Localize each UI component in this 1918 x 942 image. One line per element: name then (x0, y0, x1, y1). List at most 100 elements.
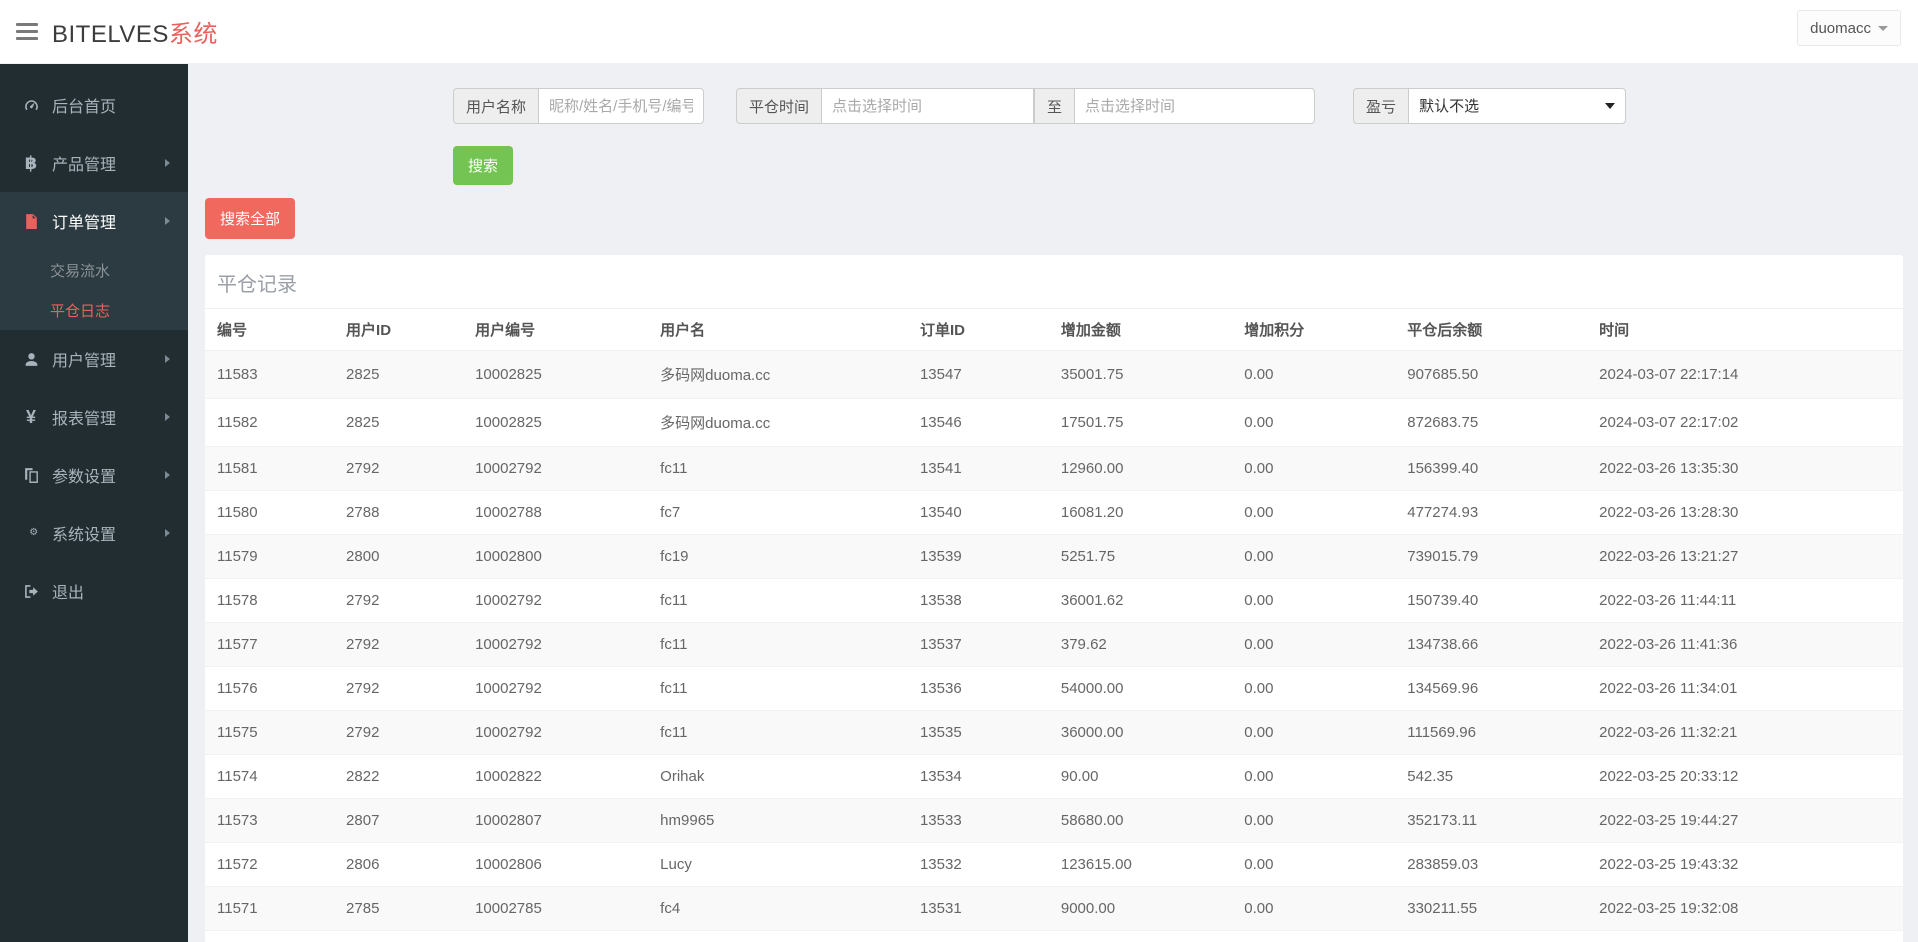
table-cell: 542.35 (1395, 754, 1588, 799)
table-cell: 2792 (334, 622, 464, 667)
table-cell: 58680.00 (1048, 798, 1233, 843)
table-cell: 2022-03-26 13:35:30 (1587, 446, 1903, 491)
table-cell: 123615.00 (1048, 842, 1233, 887)
table-cell: 13547 (907, 350, 1049, 399)
table-cell: 150739.40 (1395, 578, 1588, 623)
sidebar-item-parameters[interactable]: 参数设置 (0, 446, 188, 504)
table-cell: fc7 (648, 490, 908, 535)
chevron-right-icon (165, 355, 170, 363)
column-header: 用户ID (334, 309, 464, 351)
sidebar-item-dashboard[interactable]: 后台首页 (0, 76, 188, 134)
table-cell: 13539 (907, 534, 1049, 579)
table-cell: 0.00 (1232, 930, 1396, 942)
sidebar: 后台首页 ฿ 产品管理 订单管理 交易流水 平仓日志 用户管理 ¥ 报表管理 参… (0, 64, 188, 942)
table-cell: 10002785 (463, 886, 649, 931)
table-cell: 2022-03-26 11:34:01 (1587, 666, 1903, 711)
sidebar-item-orders[interactable]: 订单管理 (0, 192, 188, 250)
sidebar-item-users[interactable]: 用户管理 (0, 330, 188, 388)
sidebar-subitem-close-log[interactable]: 平仓日志 (0, 290, 188, 330)
table-cell: 102373.20 (1048, 930, 1233, 942)
sidebar-item-label: 订单管理 (52, 215, 117, 232)
sidebar-subitem-transactions[interactable]: 交易流水 (0, 250, 188, 290)
table-cell: 10002800 (463, 534, 649, 579)
table-cell: 2792 (334, 666, 464, 711)
table-cell: 10002822 (463, 754, 649, 799)
user-menu-dropdown[interactable]: duomacc (1797, 10, 1901, 46)
table-cell: 0.00 (1232, 446, 1396, 491)
table-row: 11583 2825 10002825 多码网duoma.cc 13547 35001.7… (205, 350, 1903, 399)
sidebar-item-label: 产品管理 (52, 157, 117, 174)
table-cell: Lucy (648, 842, 908, 887)
table-cell: 0.00 (1232, 842, 1396, 887)
table-row: 11574 2822 10002822 Orihak 13534 90.00 0.00 542… (205, 754, 1903, 799)
search-all-button[interactable]: 搜索全部 (205, 198, 296, 239)
filter-username-group: 用户名称 (453, 88, 705, 124)
table-row: 11580 2788 10002788 fc7 13540 16081.20 0.00 477… (205, 490, 1903, 535)
table-cell: 13546 (907, 398, 1049, 447)
table-cell: 12960.00 (1048, 446, 1233, 491)
table-cell: fc11 (648, 710, 908, 755)
main-content: 用户名称 平仓时间 至 盈亏 默认不选 搜索 搜索全部 (188, 64, 1918, 942)
profitloss-select[interactable]: 默认不选 (1408, 88, 1627, 124)
table-cell: 111569.96 (1395, 710, 1588, 755)
column-header: 增加积分 (1232, 309, 1396, 351)
table-cell: 2822 (334, 754, 464, 799)
filter-profitloss-group: 盈亏 默认不选 (1353, 88, 1627, 124)
search-button[interactable]: 搜索 (453, 146, 514, 185)
table-cell: 0.00 (1232, 754, 1396, 799)
table-cell: 36001.62 (1048, 578, 1233, 623)
table-cell: fc11 (648, 446, 908, 491)
table-cell: 2022-03-26 11:32:21 (1587, 710, 1903, 755)
column-header: 时间 (1587, 309, 1903, 351)
hamburger-menu-icon[interactable] (16, 19, 38, 44)
copy-icon (20, 466, 42, 484)
table-cell: 477274.93 (1395, 490, 1588, 535)
table-cell: 879411.05 (1395, 930, 1588, 942)
panel-title: 平仓记录 (205, 255, 1903, 309)
brand-name: BITELVES (52, 21, 169, 48)
app-logo[interactable]: BITELVES系统 (52, 14, 218, 49)
table-cell: 2022-03-25 20:33:12 (1587, 754, 1903, 799)
table-cell: 0.00 (1232, 886, 1396, 931)
top-header: BITELVES系统 duomacc (0, 0, 1918, 64)
table-cell: 10002795 (463, 930, 649, 942)
table-cell: 10002792 (463, 622, 649, 667)
table-cell: 0.00 (1232, 666, 1396, 711)
table-cell: 2792 (334, 446, 464, 491)
table-cell: 330211.55 (1395, 886, 1588, 931)
username-input[interactable] (538, 88, 705, 124)
table-cell: 2024-03-07 22:17:14 (1587, 350, 1903, 399)
table-header-row: 编号 用户ID 用户编号 用户名 订单ID 增加金额 增加积分 平仓后余额 时间 (205, 309, 1903, 351)
sidebar-item-system[interactable]: ⚙⚙ 系统设置 (0, 504, 188, 562)
table-cell: 0.00 (1232, 710, 1396, 755)
table-cell: 10002788 (463, 490, 649, 535)
closetime-end-input[interactable] (1075, 88, 1316, 124)
username-filter-label: 用户名称 (453, 88, 539, 124)
sidebar-item-reports[interactable]: ¥ 报表管理 (0, 388, 188, 446)
table-cell: 0.00 (1232, 622, 1396, 667)
table-cell: 16081.20 (1048, 490, 1233, 535)
table-cell: Orihak (648, 754, 908, 799)
sidebar-item-products[interactable]: ฿ 产品管理 (0, 134, 188, 192)
table-cell: 11572 (205, 842, 335, 887)
filter-bar: 用户名称 平仓时间 至 盈亏 默认不选 (453, 88, 1918, 124)
table-cell: 0.00 (1232, 798, 1396, 843)
table-cell: 36000.00 (1048, 710, 1233, 755)
sidebar-subitem-label: 交易流水 (50, 262, 111, 280)
sidebar-item-label: 退出 (52, 585, 85, 602)
bitcoin-icon: ฿ (24, 153, 38, 173)
table-row: 11575 2792 10002792 fc11 13535 36000.00 0.00 11… (205, 710, 1903, 755)
signout-icon (20, 582, 42, 600)
table-cell: fc11 (648, 578, 908, 623)
table-cell: 2792 (334, 710, 464, 755)
table-cell: 2806 (334, 842, 464, 887)
closetime-start-input[interactable] (821, 88, 1035, 124)
table-cell: 2825 (334, 350, 464, 399)
sidebar-item-logout[interactable]: 退出 (0, 562, 188, 620)
table-cell: 11583 (205, 350, 335, 399)
table-cell: 13537 (907, 622, 1049, 667)
chevron-right-icon (165, 413, 170, 421)
table-cell: 11576 (205, 666, 335, 711)
table-cell: 10002792 (463, 710, 649, 755)
profitloss-filter-label: 盈亏 (1353, 88, 1409, 124)
